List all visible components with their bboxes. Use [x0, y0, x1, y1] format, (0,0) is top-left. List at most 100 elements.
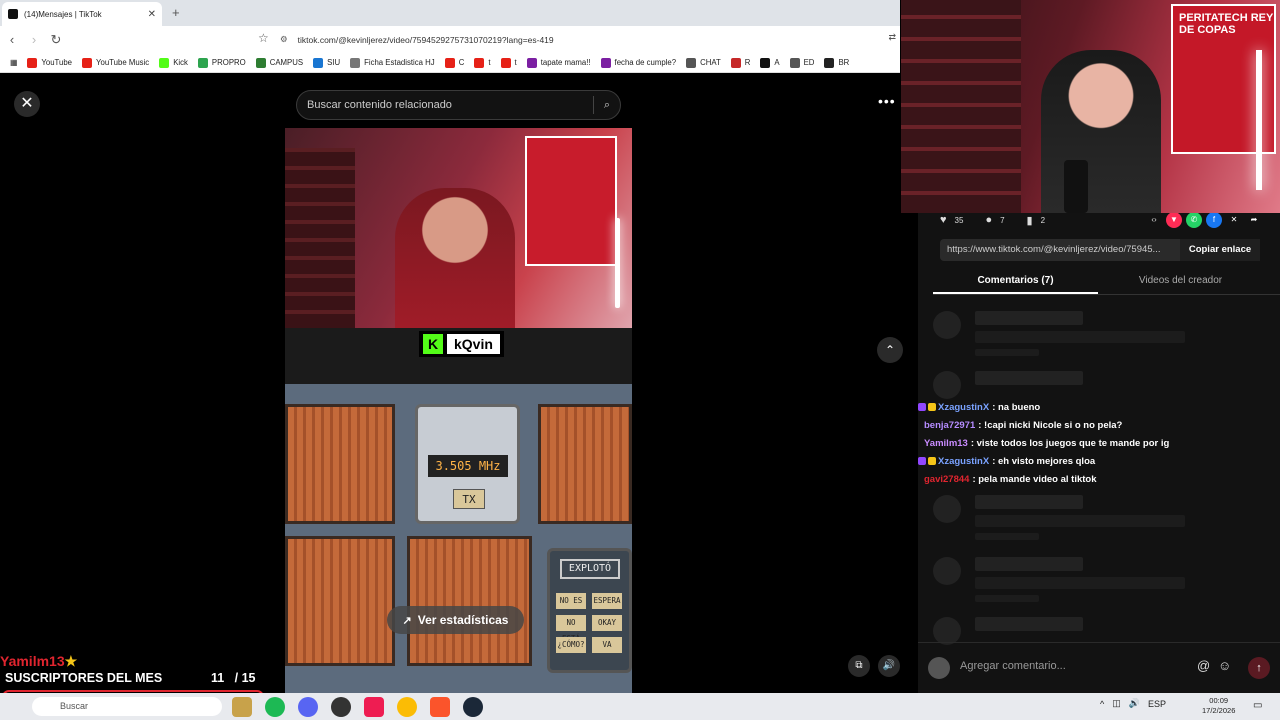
bookmark-item[interactable]: fecha de cumple?	[600, 57, 676, 68]
taskbar-search[interactable]: Buscar	[32, 697, 222, 716]
send-icon[interactable]: ▼	[1166, 212, 1182, 228]
volume-icon[interactable]: 🔊	[878, 655, 900, 677]
streamer-image	[395, 188, 515, 328]
language-indicator[interactable]: ESP	[1148, 699, 1166, 709]
previous-video-button[interactable]: ⌃	[877, 337, 903, 363]
address-bar[interactable]: ⚙ tiktok.com/@kevinljerez/video/75945292…	[280, 28, 900, 51]
site-info-icon[interactable]: ⚙	[280, 34, 288, 45]
bookmark-label: YouTube Music	[96, 58, 150, 67]
bookmark-item[interactable]: A	[760, 57, 780, 68]
bookmark-item[interactable]: CHAT	[686, 57, 721, 68]
search-icon[interactable]: ⌕	[604, 99, 610, 112]
taskbar: Buscar ^ ◫ 🔊 ESP 00:09 17/2/2026 ▭	[0, 693, 1280, 720]
view-stats-button[interactable]: ↗ Ver estadísticas	[387, 606, 524, 634]
crown-badge-icon	[928, 457, 936, 465]
close-tab-icon[interactable]: ✕	[148, 9, 156, 20]
network-icon[interactable]: ◫	[1112, 698, 1121, 709]
chat-message: gavi27844: pela mande video al tiktok	[918, 470, 1280, 488]
save-button[interactable]: ▮ 2	[1027, 214, 1046, 227]
bookmark-item[interactable]: t	[474, 57, 491, 68]
bookmark-favicon-icon	[686, 57, 697, 68]
bookmark-item[interactable]: YouTube Music	[82, 57, 150, 68]
obs-icon[interactable]	[331, 697, 351, 717]
volume-tray-icon[interactable]: 🔊	[1129, 698, 1140, 709]
bookmark-item[interactable]: PROPRO	[197, 57, 246, 68]
embed-icon[interactable]: ‹›	[1146, 212, 1162, 228]
facebook-icon[interactable]: f	[1206, 212, 1222, 228]
spotify-icon[interactable]	[265, 697, 285, 717]
x-icon[interactable]: ✕	[1226, 212, 1242, 228]
bookmark-label: ED	[803, 58, 815, 67]
bookmark-star-icon[interactable]: ☆	[258, 31, 269, 45]
bookmark-item[interactable]: SIU	[313, 57, 340, 68]
subscriber-name: Yamilm13★	[0, 653, 77, 670]
brave-icon[interactable]	[430, 697, 450, 717]
comment-icon: ●	[985, 214, 993, 226]
comments-tabs: Comentarios (7) Videos del creador	[933, 271, 1280, 295]
board-label: EXPLOTÓ	[560, 559, 620, 579]
tab-comments[interactable]: Comentarios (7)	[933, 271, 1098, 294]
comment-button[interactable]: ● 7	[985, 214, 1004, 226]
related-search-input[interactable]: Buscar contenido relacionado ⌕	[296, 90, 621, 120]
whatsapp-icon[interactable]: ✆	[1186, 212, 1202, 228]
copy-link-button[interactable]: Copiar enlace	[1180, 239, 1260, 261]
comment-input[interactable]: Agregar comentario...	[960, 660, 1066, 672]
bookmark-item[interactable]: Ficha Estadistica HJ	[350, 57, 435, 68]
chat-text: : na bueno	[992, 401, 1041, 413]
bookmark-label: Ficha Estadistica HJ	[364, 58, 435, 67]
close-video-button[interactable]: ✕	[14, 91, 40, 117]
word-button: OKAY	[592, 615, 622, 631]
chart-icon: ↗	[402, 614, 412, 627]
emoji-icon[interactable]: ☺	[1218, 658, 1231, 673]
share-icon[interactable]: ➦	[1246, 212, 1262, 228]
bookmark-item[interactable]: R	[730, 57, 750, 68]
reload-icon[interactable]: ↻	[46, 32, 66, 48]
bookmark-item[interactable]: Kick	[159, 57, 188, 68]
clock-time: 00:09	[1209, 696, 1229, 705]
chrome-icon[interactable]	[397, 697, 417, 717]
kick-streamer-badge: K kQvin	[419, 331, 504, 357]
tab-creator-videos[interactable]: Videos del creador	[1098, 271, 1263, 294]
badge-spacer	[918, 439, 922, 447]
clock[interactable]: 00:09 17/2/2026	[1202, 696, 1235, 716]
tray-expand-icon[interactable]: ^	[1100, 699, 1104, 709]
back-icon[interactable]: ‹	[2, 32, 22, 47]
bookmark-favicon-icon	[27, 57, 38, 68]
tiktok-icon[interactable]	[364, 697, 384, 717]
bookmark-item[interactable]: tapate mama!!	[526, 57, 591, 68]
container-panel	[285, 404, 395, 524]
send-comment-button[interactable]: ↑	[1248, 657, 1270, 679]
bookmark-item[interactable]: CAMPUS	[255, 57, 303, 68]
star-icon: ★	[64, 653, 78, 669]
like-button[interactable]: ♥ 35	[940, 214, 963, 226]
mention-icon[interactable]: @	[1197, 658, 1210, 673]
streamer-tag: kQvin	[447, 334, 500, 354]
container-panel	[407, 536, 532, 666]
word-button: VA	[592, 637, 622, 653]
browser-tab-strip: (14)Mensajes | TikTok ✕ +	[0, 0, 900, 26]
translate-icon[interactable]: ⇄	[888, 32, 896, 43]
bookmarks-bar: ▦ YouTube YouTube Music Kick PROPRO CAMPUS SI…	[0, 53, 900, 73]
file-explorer-icon[interactable]	[232, 697, 252, 717]
tiktok-video-page: ✕ Buscar contenido relacionado ⌕ ••• ⌃ K…	[0, 73, 903, 720]
more-options-icon[interactable]: •••	[878, 93, 896, 109]
discord-icon[interactable]	[298, 697, 318, 717]
bookmark-item[interactable]: t	[500, 57, 517, 68]
notification-icon[interactable]: ▭	[1253, 700, 1262, 711]
share-link-field[interactable]: https://www.tiktok.com/@kevinljerez/vide…	[940, 239, 1180, 261]
new-tab-button[interactable]: +	[172, 5, 180, 20]
steam-icon[interactable]	[463, 697, 483, 717]
subscribers-count: 11 / 15	[211, 671, 256, 685]
apps-icon[interactable]: ▦	[10, 58, 17, 67]
url-text: tiktok.com/@kevinljerez/video/7594529275…	[297, 34, 554, 45]
browser-tab[interactable]: (14)Mensajes | TikTok ✕	[2, 2, 162, 26]
container-panel	[285, 536, 395, 666]
floating-player-icon[interactable]: ⧉	[848, 655, 870, 677]
bookmark-item[interactable]: YouTube	[27, 57, 72, 68]
chat-message: Yamilm13: viste todos los juegos que te …	[918, 434, 1280, 452]
bookshelf-image	[901, 0, 1021, 213]
bookmark-item[interactable]: C	[444, 57, 464, 68]
forward-icon[interactable]: ›	[24, 32, 44, 47]
bookmark-item[interactable]: BR	[824, 57, 849, 68]
bookmark-item[interactable]: ED	[789, 57, 815, 68]
